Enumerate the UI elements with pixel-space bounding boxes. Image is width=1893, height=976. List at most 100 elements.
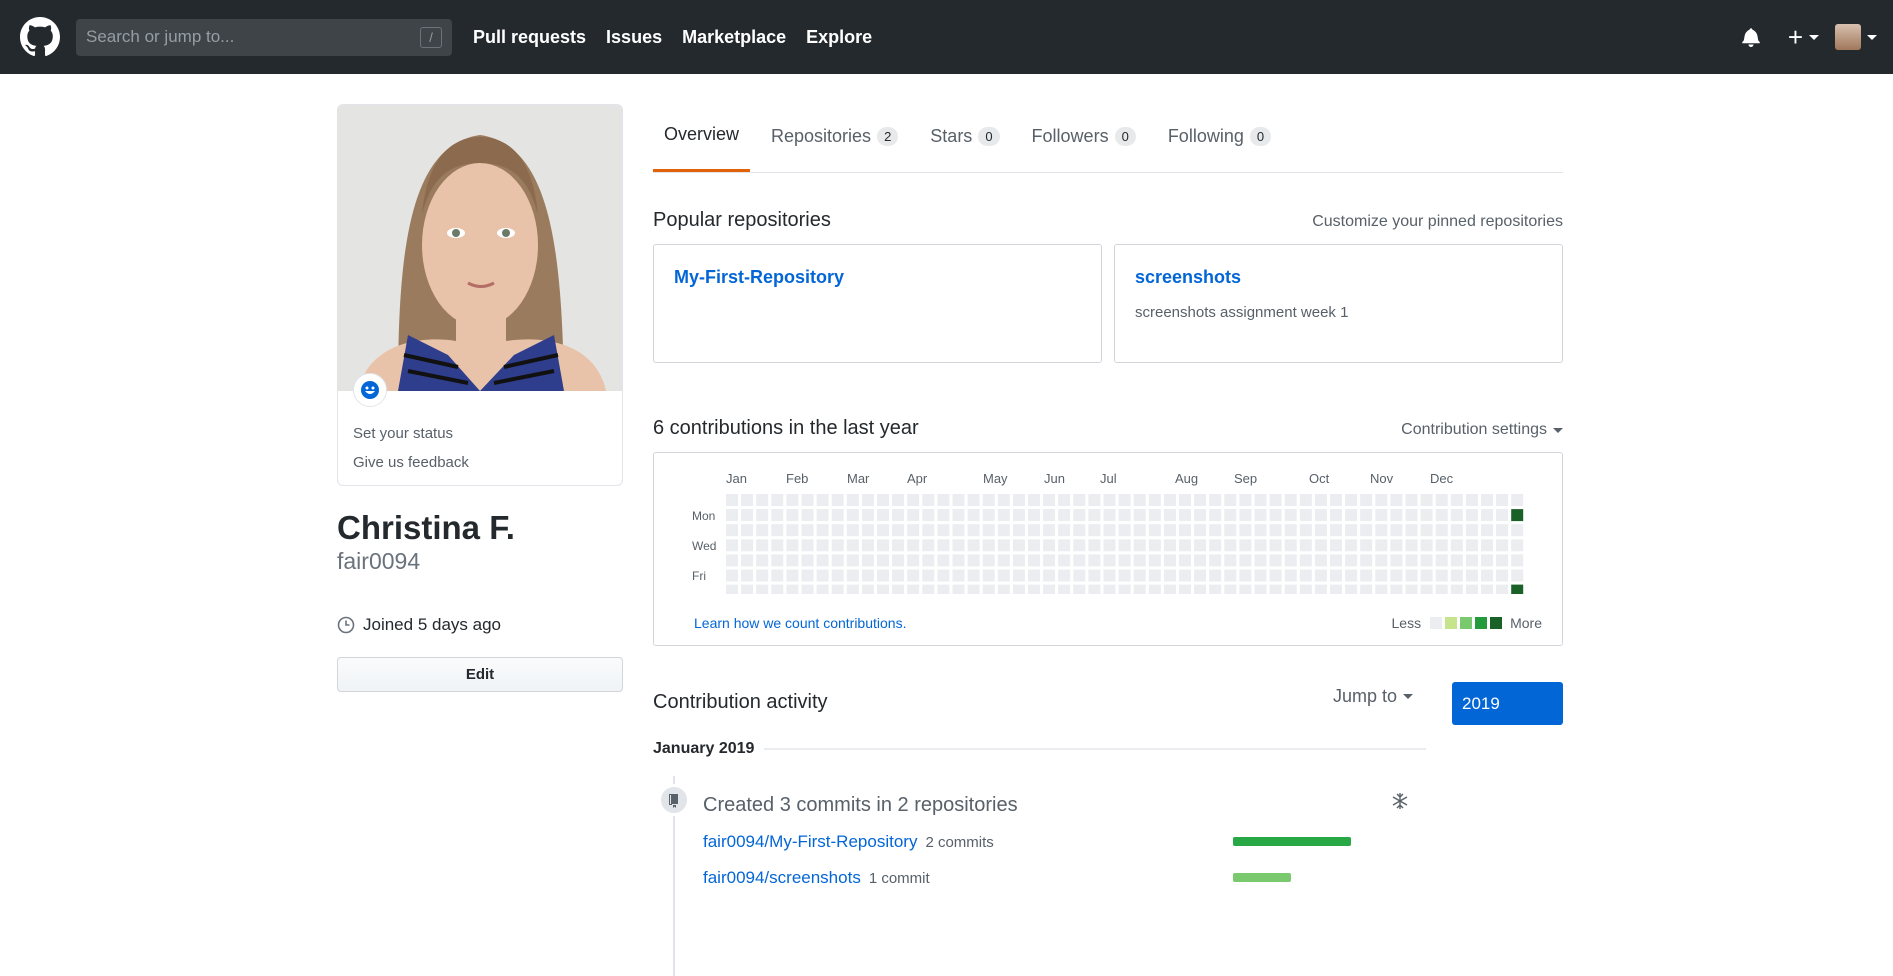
contribution-cell[interactable] bbox=[1133, 509, 1146, 522]
contribution-cell[interactable] bbox=[1163, 584, 1176, 594]
contribution-cell[interactable] bbox=[922, 554, 935, 567]
contribution-cell[interactable] bbox=[1194, 539, 1207, 552]
contribution-cell[interactable] bbox=[771, 494, 784, 506]
contribution-cell[interactable] bbox=[922, 509, 935, 522]
contribution-cell[interactable] bbox=[756, 584, 769, 594]
contribution-cell[interactable] bbox=[1028, 584, 1040, 594]
contribution-cell[interactable] bbox=[1239, 584, 1252, 594]
contribution-cell[interactable] bbox=[1481, 524, 1493, 537]
contribution-cell[interactable] bbox=[877, 539, 889, 552]
contribution-cell[interactable] bbox=[1043, 539, 1056, 552]
contribution-cell[interactable] bbox=[1496, 569, 1509, 582]
contribution-cell[interactable] bbox=[937, 569, 950, 582]
contribution-cell[interactable] bbox=[1299, 569, 1312, 582]
contribution-cell[interactable] bbox=[1314, 584, 1327, 594]
edit-profile-button[interactable]: Edit bbox=[337, 657, 623, 692]
contribution-cell[interactable] bbox=[1103, 494, 1116, 506]
contribution-cell[interactable] bbox=[1465, 524, 1478, 537]
contribution-cell[interactable] bbox=[1299, 554, 1312, 567]
contribution-cell[interactable] bbox=[952, 584, 965, 594]
contribution-cell[interactable] bbox=[771, 584, 784, 594]
contribution-cell[interactable] bbox=[1420, 494, 1433, 506]
contribution-cell[interactable] bbox=[1058, 539, 1071, 552]
contribution-cell[interactable] bbox=[1420, 539, 1433, 552]
tab-repositories[interactable]: Repositories 2 bbox=[760, 126, 909, 172]
contribution-cell[interactable] bbox=[1103, 524, 1116, 537]
contribution-cell[interactable] bbox=[1511, 569, 1524, 582]
contribution-cell[interactable] bbox=[1360, 584, 1373, 594]
contribution-cell[interactable] bbox=[997, 524, 1010, 537]
contribution-cell[interactable] bbox=[1330, 524, 1342, 537]
contribution-cell[interactable] bbox=[1103, 584, 1116, 594]
contribution-cell[interactable] bbox=[786, 524, 799, 537]
nav-pull-requests[interactable]: Pull requests bbox=[473, 27, 586, 48]
contribution-cell[interactable] bbox=[997, 494, 1010, 506]
contribution-cell[interactable] bbox=[771, 554, 784, 567]
contribution-cell[interactable] bbox=[922, 524, 935, 537]
contribution-cell[interactable] bbox=[846, 524, 859, 537]
contribution-cell[interactable] bbox=[1163, 494, 1176, 506]
contribution-cell[interactable] bbox=[1481, 509, 1493, 522]
contribution-cell[interactable] bbox=[861, 584, 874, 594]
tab-followers[interactable]: Followers 0 bbox=[1021, 126, 1147, 172]
contribution-cell[interactable] bbox=[1284, 584, 1297, 594]
contribution-cell[interactable] bbox=[831, 539, 844, 552]
contribution-cell[interactable] bbox=[892, 494, 905, 506]
contribution-cell[interactable] bbox=[1239, 524, 1252, 537]
contribution-cell[interactable] bbox=[1012, 554, 1025, 567]
contribution-cell[interactable] bbox=[1118, 539, 1131, 552]
contribution-cell[interactable] bbox=[1103, 509, 1116, 522]
contribution-cell[interactable] bbox=[1360, 554, 1373, 567]
contribution-cell[interactable] bbox=[1375, 524, 1388, 537]
contribution-cell[interactable] bbox=[1043, 569, 1056, 582]
contribution-cell[interactable] bbox=[1284, 524, 1297, 537]
contribution-cell[interactable] bbox=[1435, 569, 1448, 582]
contribution-cell[interactable] bbox=[1360, 569, 1373, 582]
contribution-cell[interactable] bbox=[1118, 524, 1131, 537]
contribution-cell[interactable] bbox=[892, 554, 905, 567]
contribution-cell[interactable] bbox=[801, 494, 814, 506]
contribution-cell[interactable] bbox=[952, 509, 965, 522]
contribution-cell[interactable] bbox=[1043, 584, 1056, 594]
contribution-cell[interactable] bbox=[1405, 509, 1418, 522]
contribution-cell[interactable] bbox=[1360, 494, 1373, 506]
contribution-cell[interactable] bbox=[1390, 509, 1403, 522]
contribution-cell[interactable] bbox=[846, 494, 859, 506]
jump-to-dropdown[interactable]: Jump to bbox=[1333, 686, 1414, 707]
contribution-cell[interactable] bbox=[726, 539, 738, 552]
contribution-cell[interactable] bbox=[1496, 509, 1509, 522]
contribution-cell[interactable] bbox=[1239, 539, 1252, 552]
contribution-cell[interactable] bbox=[1179, 584, 1191, 594]
contribution-cell[interactable] bbox=[1133, 524, 1146, 537]
contribution-cell[interactable] bbox=[1254, 539, 1267, 552]
contribution-cell[interactable] bbox=[786, 584, 799, 594]
contribution-cell[interactable] bbox=[1012, 494, 1025, 506]
contribution-cell[interactable] bbox=[1058, 554, 1071, 567]
contribution-cell[interactable] bbox=[816, 509, 829, 522]
contribution-cell[interactable] bbox=[801, 539, 814, 552]
contribution-cell[interactable] bbox=[1254, 554, 1267, 567]
contribution-cell[interactable] bbox=[1209, 554, 1222, 567]
contribution-cell[interactable] bbox=[1314, 539, 1327, 552]
contribution-cell[interactable] bbox=[1179, 524, 1191, 537]
contribution-cell[interactable] bbox=[1118, 584, 1131, 594]
contribution-cell[interactable] bbox=[1179, 494, 1191, 506]
contribution-cell[interactable] bbox=[1360, 524, 1373, 537]
contribution-cell[interactable] bbox=[1481, 554, 1493, 567]
commit-repo-link[interactable]: fair0094/My-First-Repository bbox=[703, 832, 917, 852]
contribution-cell[interactable] bbox=[1511, 584, 1524, 594]
contribution-cell[interactable] bbox=[1420, 584, 1433, 594]
contribution-cell[interactable] bbox=[1269, 554, 1282, 567]
contribution-cell[interactable] bbox=[1239, 554, 1252, 567]
contribution-cell[interactable] bbox=[1254, 509, 1267, 522]
contribution-cell[interactable] bbox=[1163, 524, 1176, 537]
contribution-cell[interactable] bbox=[831, 524, 844, 537]
contribution-cell[interactable] bbox=[1465, 569, 1478, 582]
contribution-cell[interactable] bbox=[907, 524, 920, 537]
contribution-cell[interactable] bbox=[771, 524, 784, 537]
contribution-cell[interactable] bbox=[771, 569, 784, 582]
contribution-cell[interactable] bbox=[756, 524, 769, 537]
contribution-cell[interactable] bbox=[786, 554, 799, 567]
contribution-cell[interactable] bbox=[1435, 494, 1448, 506]
contribution-cell[interactable] bbox=[861, 539, 874, 552]
